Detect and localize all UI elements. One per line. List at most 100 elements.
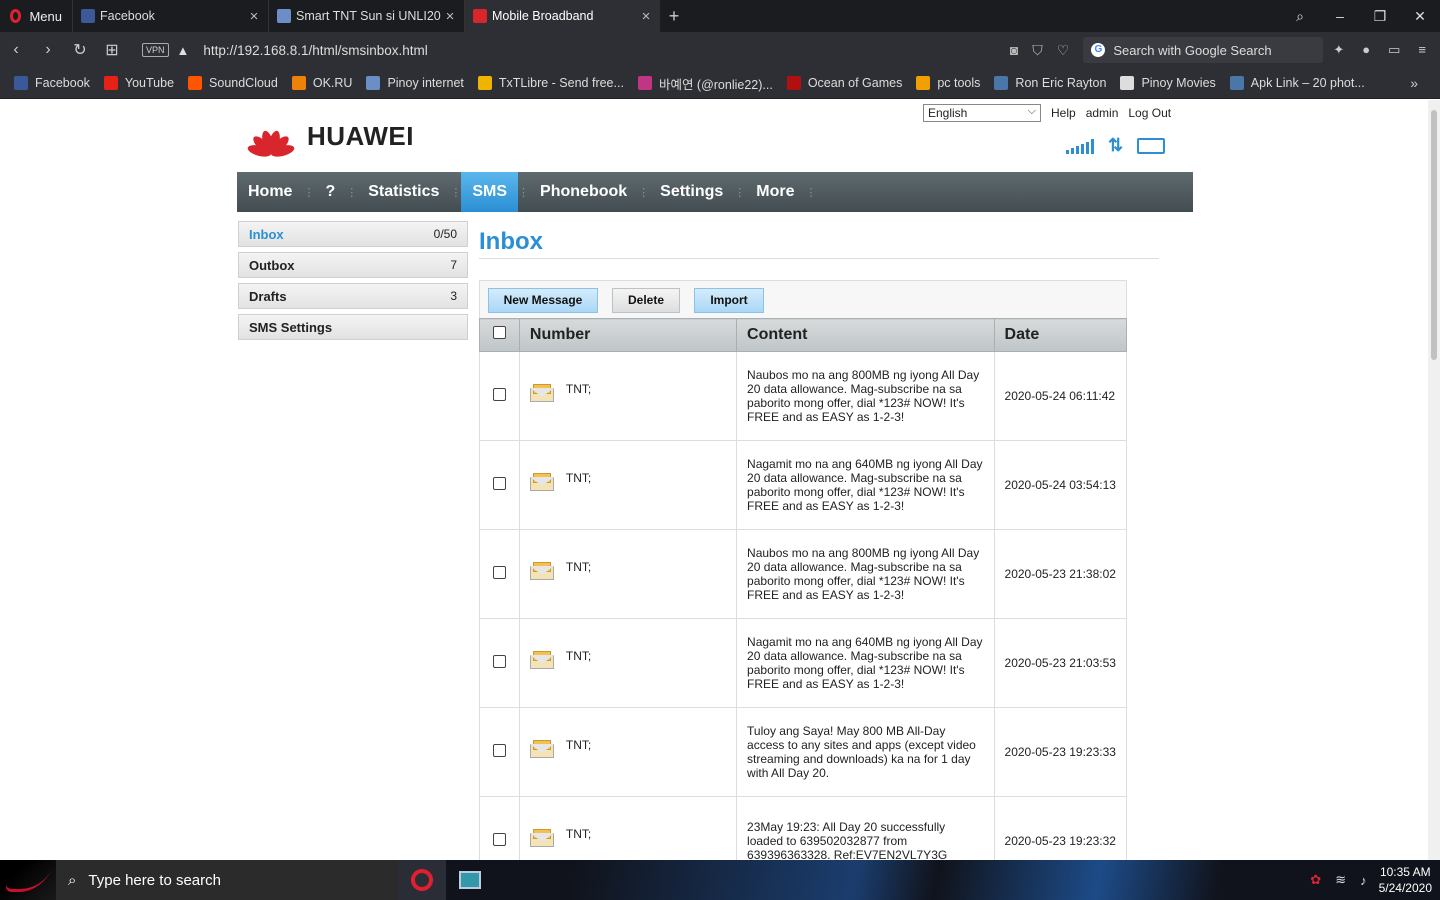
reload-icon[interactable]: ↻ — [64, 40, 96, 60]
tab-mobile-broadband[interactable]: Mobile Broadband × — [464, 0, 660, 32]
message-content[interactable]: Naubos mo na ang 800MB ng iyong All Day … — [736, 351, 995, 441]
bookmark-item[interactable]: Ocean of Games — [786, 76, 902, 90]
row-checkbox[interactable] — [493, 655, 506, 668]
restore-icon[interactable]: ❐ — [1360, 8, 1400, 25]
table-row[interactable]: TNT; Nagamit mo na ang 640MB ng iyong All… — [479, 618, 1128, 708]
bookmark-item[interactable]: Facebook — [14, 76, 90, 90]
taskbar-search[interactable]: ⌕ Type here to search — [56, 860, 398, 900]
back-icon[interactable]: ‹ — [0, 41, 32, 59]
sender-number[interactable]: TNT; — [566, 382, 591, 396]
bookmark-item[interactable]: Ron Eric Rayton — [994, 76, 1106, 90]
search-tabs-icon[interactable]: ⌕ — [1280, 8, 1320, 25]
column-date[interactable]: Date — [993, 318, 1128, 352]
close-icon[interactable]: × — [444, 8, 456, 25]
sidebar-item-outbox[interactable]: Outbox 7 — [238, 252, 468, 278]
search-placeholder: Search with Google Search — [1113, 42, 1272, 58]
close-icon[interactable]: × — [248, 8, 260, 25]
sender-number[interactable]: TNT; — [566, 471, 591, 485]
column-number[interactable]: Number — [518, 318, 738, 352]
nav-settings[interactable]: Settings — [649, 172, 734, 212]
nav-separator: ⋮ — [734, 186, 746, 199]
nav-sms[interactable]: SMS — [461, 172, 519, 212]
opera-menu-button[interactable]: Menu — [0, 0, 72, 32]
table-row[interactable]: TNT; Naubos mo na ang 800MB ng iyong All … — [479, 351, 1128, 441]
speed-dial-icon[interactable]: ⊞ — [96, 40, 128, 60]
message-content[interactable]: Nagamit mo na ang 640MB ng iyong All Day… — [736, 440, 995, 530]
volume-icon[interactable]: ♪ — [1360, 873, 1367, 888]
scrollbar-thumb[interactable] — [1431, 110, 1437, 360]
tab-smart-tnt[interactable]: Smart TNT Sun si UNLI20 n × — [268, 0, 464, 32]
bookmark-item[interactable]: Pinoy internet — [366, 76, 464, 90]
nav-help[interactable]: ? — [314, 172, 346, 212]
row-checkbox[interactable] — [493, 744, 506, 757]
minimize-icon[interactable]: – — [1320, 8, 1360, 24]
bookmark-item[interactable]: SoundCloud — [188, 76, 278, 90]
row-checkbox[interactable] — [493, 833, 506, 846]
bookmark-item[interactable]: Apk Link – 20 phot... — [1229, 76, 1365, 90]
select-all-checkbox[interactable] — [493, 326, 506, 339]
message-content[interactable]: 23May 19:23: All Day 20 successfully loa… — [736, 796, 995, 860]
bookmark-item[interactable]: YouTube — [103, 76, 174, 90]
bookmarks-overflow-icon[interactable]: » — [1410, 75, 1418, 91]
shield-icon[interactable]: ⛉ — [1032, 42, 1043, 59]
table-row[interactable]: TNT; 23May 19:23: All Day 20 successfully… — [479, 796, 1128, 860]
table-row[interactable]: TNT; Tuloy ang Saya! May 800 MB All-Day a… — [479, 707, 1128, 797]
sender-number[interactable]: TNT; — [566, 827, 591, 841]
logout-link[interactable]: Log Out — [1128, 106, 1171, 120]
row-checkbox[interactable] — [493, 388, 506, 401]
camera-icon[interactable]: ◙ — [1010, 42, 1018, 59]
close-icon[interactable]: × — [640, 8, 652, 25]
nav-statistics[interactable]: Statistics — [357, 172, 450, 212]
battery-saver-icon[interactable]: ▭ — [1388, 42, 1400, 58]
message-content[interactable]: Naubos mo na ang 800MB ng iyong All Day … — [736, 529, 995, 619]
message-content[interactable]: Nagamit mo na ang 640MB ng iyong All Day… — [736, 618, 995, 708]
search-input[interactable]: G Search with Google Search — [1083, 37, 1324, 63]
language-select[interactable]: English — [923, 103, 1041, 122]
new-tab-button[interactable]: + — [660, 6, 688, 27]
wallet-icon[interactable]: ● — [1362, 42, 1370, 58]
status-icons: ⇅ — [1066, 136, 1166, 154]
row-select-cell — [479, 618, 520, 708]
bookmark-item[interactable]: 바예연 (@ronlie22)... — [637, 74, 773, 93]
sender-number[interactable]: TNT; — [566, 560, 591, 574]
url-field[interactable]: http://192.168.8.1/html/smsinbox.html — [203, 43, 1009, 58]
bookmark-item[interactable]: OK.RU — [291, 76, 352, 90]
forward-icon[interactable]: › — [32, 41, 64, 59]
huawei-tray-icon[interactable]: ✿ — [1310, 872, 1321, 888]
nav-phonebook[interactable]: Phonebook — [529, 172, 638, 212]
taskbar-clock[interactable]: 10:35 AM 5/24/2020 — [1379, 864, 1440, 896]
bookmark-favicon-icon — [637, 76, 652, 90]
nav-home[interactable]: Home — [237, 172, 303, 212]
heart-icon[interactable]: ♡ — [1057, 42, 1070, 59]
warning-icon[interactable]: ▲ — [177, 43, 190, 58]
bookmark-item[interactable]: TxTLibre - Send free... — [477, 76, 624, 90]
delete-button[interactable]: Delete — [612, 287, 680, 313]
sidebar-item-sms-settings[interactable]: SMS Settings — [238, 314, 468, 340]
extension-icon[interactable]: ✦ — [1333, 42, 1344, 58]
taskbar-network-app[interactable] — [446, 860, 494, 900]
row-checkbox[interactable] — [493, 566, 506, 579]
table-row[interactable]: TNT; Nagamit mo na ang 640MB ng iyong All… — [479, 440, 1128, 530]
nav-more[interactable]: More — [745, 172, 805, 212]
column-content[interactable]: Content — [736, 318, 995, 352]
new-message-button[interactable]: New Message — [488, 287, 598, 313]
wifi-icon[interactable]: ≋ — [1335, 872, 1346, 888]
close-window-icon[interactable]: ✕ — [1400, 8, 1440, 25]
bookmark-item[interactable]: pc tools — [916, 76, 980, 90]
bookmark-item[interactable]: Pinoy Movies — [1120, 76, 1216, 90]
start-button[interactable] — [0, 860, 56, 900]
easy-setup-icon[interactable]: ≡ — [1418, 42, 1426, 58]
vpn-badge[interactable]: VPN — [142, 43, 169, 57]
sender-number[interactable]: TNT; — [566, 649, 591, 663]
tab-facebook[interactable]: Facebook × — [72, 0, 268, 32]
sender-number[interactable]: TNT; — [566, 738, 591, 752]
page-scrollbar[interactable] — [1428, 100, 1440, 860]
sidebar-item-drafts[interactable]: Drafts 3 — [238, 283, 468, 309]
table-row[interactable]: TNT; Naubos mo na ang 800MB ng iyong All … — [479, 529, 1128, 619]
row-checkbox[interactable] — [493, 477, 506, 490]
import-button[interactable]: Import — [694, 287, 764, 313]
taskbar-opera[interactable] — [398, 860, 446, 900]
message-content[interactable]: Tuloy ang Saya! May 800 MB All-Day acces… — [736, 707, 995, 797]
help-link[interactable]: Help — [1051, 106, 1076, 120]
sidebar-item-inbox[interactable]: Inbox 0/50 — [238, 221, 468, 247]
